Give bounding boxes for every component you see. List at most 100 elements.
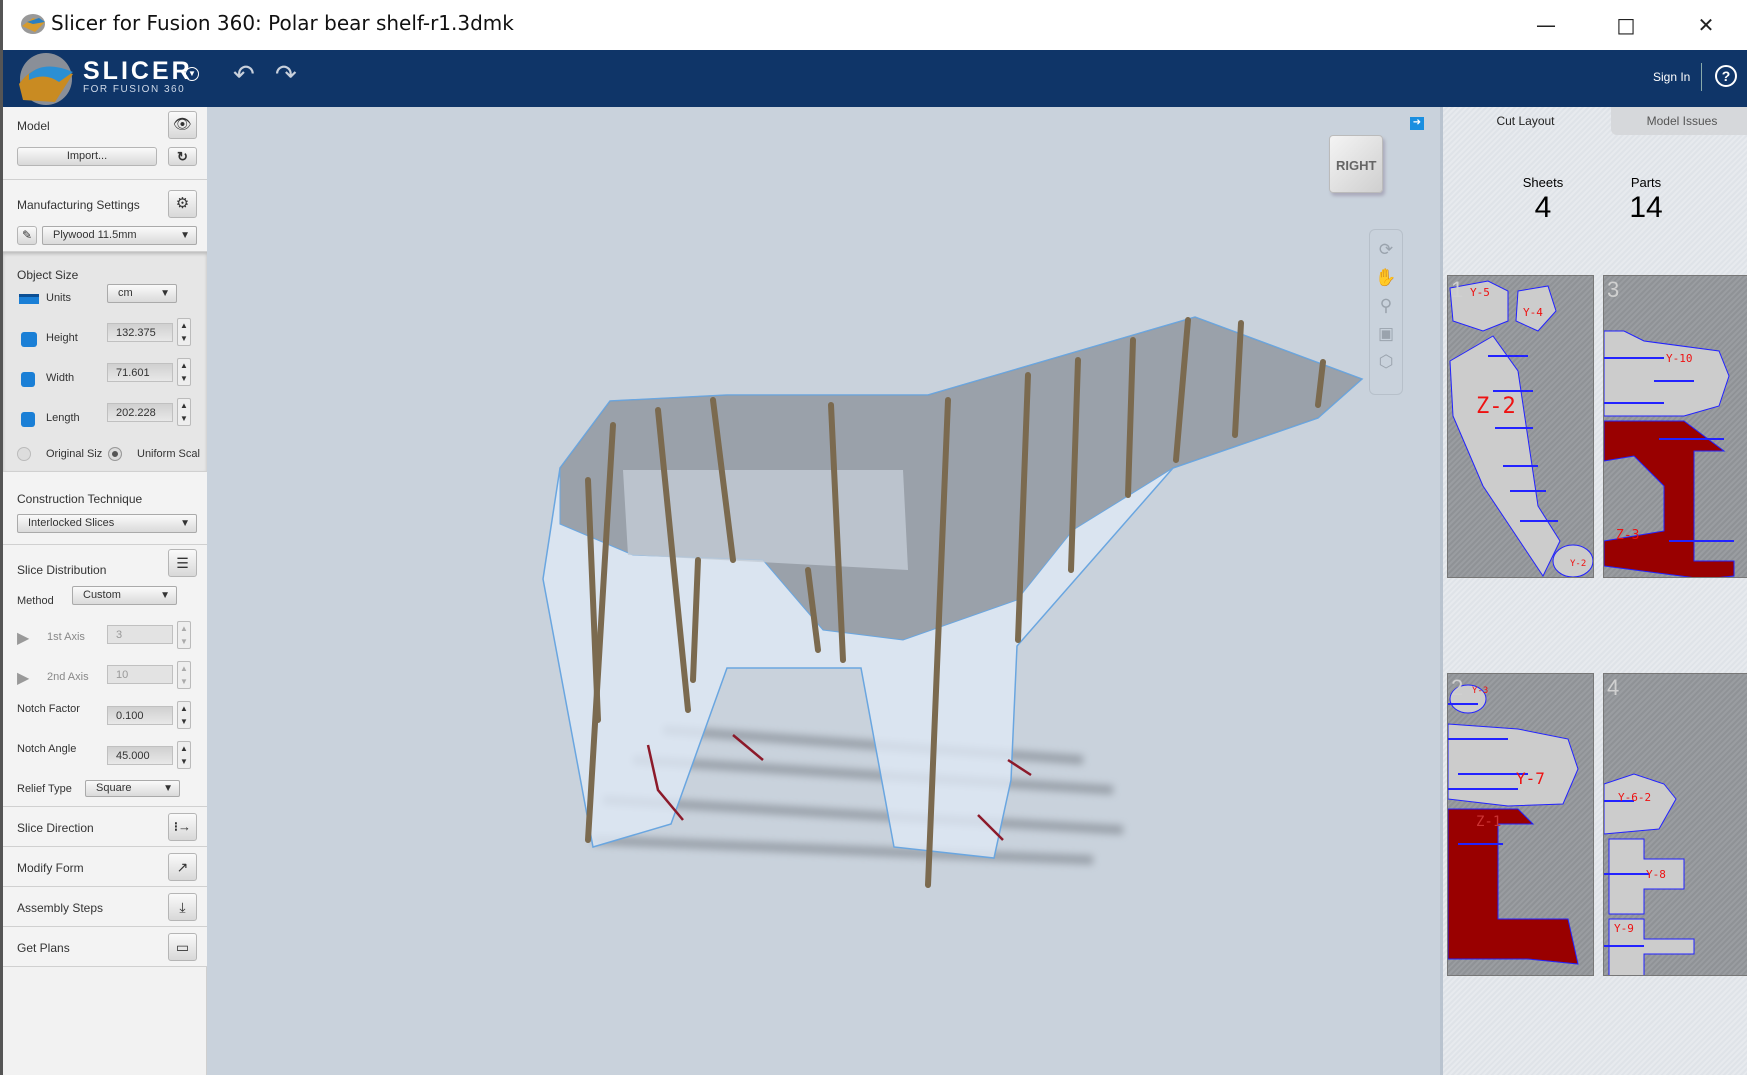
3d-viewport[interactable]: ➜ RIGHT ⟳ ✋ ⚲ ▣ ⬡ [207,107,1440,1075]
app-icon [21,14,45,34]
sheet-1-thumbnail[interactable]: 1 Y-5 Y-4 Z-2 Y-2 [1447,275,1594,578]
part-label: Y-3 [1472,686,1489,696]
title-bar: Slicer for Fusion 360: Polar bear shelf-… [3,0,1747,50]
width-stepper[interactable]: ▲ ▼ [177,358,191,386]
minimize-button[interactable]: — [1523,8,1569,42]
part-label: Y-6-2 [1618,791,1652,804]
menu-dropdown-icon[interactable]: ▼ [185,67,199,81]
notch-angle-label: Notch Angle [17,743,77,755]
window-title: Slicer for Fusion 360: Polar bear shelf-… [51,11,514,35]
uniform-scale-radio[interactable] [108,447,122,461]
material-dropdown[interactable]: Plywood 11.5mm ▼ [42,226,197,245]
refresh-icon[interactable]: ↻ [168,147,197,166]
units-dropdown[interactable]: cm ▼ [107,284,177,303]
notch-factor-stepper[interactable]: ▲ ▼ [177,701,191,729]
get-plans-section[interactable]: Get Plans ▭ [3,927,207,967]
notch-factor-input[interactable]: 0.100 [107,706,173,725]
navigation-toolbar: ⟳ ✋ ⚲ ▣ ⬡ [1369,229,1403,395]
get-plans-label: Get Plans [17,941,70,955]
part-label: Y-2 [1570,559,1587,569]
model-section: Model 👁 Import... ↻ [3,107,207,180]
import-button[interactable]: Import... [17,147,157,166]
logo-word: SLICER [83,57,193,85]
axis2-play-icon[interactable]: ▶ [17,668,29,688]
visibility-eye-button[interactable]: 👁 [168,111,197,139]
sheet-4-thumbnail[interactable]: 4 Y-6-2 Y-8 Y-9 [1603,673,1747,976]
slice-direction-icon[interactable]: ⁝→ [168,813,197,841]
axis1-input[interactable]: 3 [107,625,173,644]
axis2-label: 2nd Axis [47,671,89,683]
assembly-steps-icon[interactable]: ⤓ [168,893,197,921]
axis1-stepper[interactable]: ▲ ▼ [177,621,191,649]
expand-panel-arrow-icon[interactable]: ➜ [1410,117,1424,130]
redo-icon[interactable]: ↷ [275,59,297,90]
sheet-2-thumbnail[interactable]: 2 Y-3 Y-7 Z-1 [1447,673,1594,976]
app-header: SLICER FOR FUSION 360 ▼ ↶ ↷ Sign In ? [3,50,1747,107]
chevron-down-icon: ▼ [163,783,173,794]
chevron-down-icon: ▼ [160,590,170,601]
sheets-label: Sheets [1522,175,1564,190]
technique-value: Interlocked Slices [28,517,115,529]
object-size-section: Object Size Units cm ▼ Height 132.375 ▲ ▼ … [3,252,207,472]
part-label: Y-4 [1523,306,1543,319]
gear-icon[interactable]: ⚙ [168,190,197,218]
height-stepper[interactable]: ▲ ▼ [177,318,191,346]
undo-icon[interactable]: ↶ [233,59,255,90]
right-panel: Cut Layout Model Issues Sheets 4 Parts 1… [1440,107,1747,1075]
length-input[interactable]: 202.228 [107,403,173,422]
model-label: Model [17,119,50,133]
orbit-icon[interactable]: ⟳ [1370,236,1402,264]
axis2-input[interactable]: 10 [107,665,173,684]
axis2-stepper[interactable]: ▲ ▼ [177,661,191,689]
sheet-1-parts [1449,280,1593,577]
assembly-steps-label: Assembly Steps [17,901,104,915]
ruler-icon [19,294,39,304]
sign-in-link[interactable]: Sign In [1653,70,1690,84]
slice-distribution-section: Slice Distribution ☰ Method Custom ▼ ▶ 1s… [3,545,207,807]
bear-model[interactable] [207,107,1440,1075]
modify-form-section[interactable]: Modify Form ↗ [3,847,207,887]
tab-cut-layout[interactable]: Cut Layout [1443,107,1608,135]
tab-model-issues[interactable]: Model Issues [1611,107,1747,135]
help-button[interactable]: ? [1715,65,1737,87]
axis1-play-icon[interactable]: ▶ [17,628,29,648]
length-cube-icon [21,412,35,427]
manufacturing-label: Manufacturing Settings [17,198,140,212]
height-label: Height [46,332,78,344]
fit-icon[interactable]: ▣ [1370,320,1402,348]
width-label: Width [46,372,75,384]
notch-angle-stepper[interactable]: ▲ ▼ [177,741,191,769]
pan-icon[interactable]: ✋ [1370,264,1402,292]
modify-form-icon[interactable]: ↗ [168,853,197,881]
close-button[interactable]: ✕ [1683,8,1729,42]
get-plans-icon[interactable]: ▭ [168,933,197,961]
chevron-down-icon: ▼ [160,288,170,299]
construction-label: Construction Technique [17,492,143,506]
distribution-list-icon[interactable]: ☰ [168,549,197,577]
uniform-scale-label: Uniform Scal [137,448,200,460]
slicer-logo [19,53,73,105]
maximize-button[interactable]: □ [1603,8,1649,42]
sheet-2-parts [1448,684,1579,965]
assembly-steps-section[interactable]: Assembly Steps ⤓ [3,887,207,927]
view-cube[interactable]: RIGHT [1329,135,1383,193]
notch-angle-input[interactable]: 45.000 [107,746,173,765]
sheets-count: 4 [1534,191,1552,224]
sheet-number: 3 [1607,277,1620,302]
home-view-icon[interactable]: ⬡ [1370,348,1402,376]
original-size-label: Original Siz [46,448,103,460]
zoom-icon[interactable]: ⚲ [1370,292,1402,320]
view-cube-face-label: RIGHT [1336,158,1377,173]
length-stepper[interactable]: ▲ ▼ [177,398,191,426]
length-label: Length [46,412,80,424]
edit-pencil-icon[interactable]: ✎ [17,226,37,245]
slice-direction-section[interactable]: Slice Direction ⁝→ [3,807,207,847]
height-input[interactable]: 132.375 [107,323,173,342]
width-input[interactable]: 71.601 [107,363,173,382]
original-size-radio[interactable] [17,447,31,461]
technique-dropdown[interactable]: Interlocked Slices ▼ [17,514,197,533]
width-cube-icon [21,372,35,387]
method-dropdown[interactable]: Custom ▼ [72,586,177,605]
relief-type-dropdown[interactable]: Square ▼ [85,780,180,797]
sheet-3-thumbnail[interactable]: 3 Y-10 Z-3 [1603,275,1747,578]
